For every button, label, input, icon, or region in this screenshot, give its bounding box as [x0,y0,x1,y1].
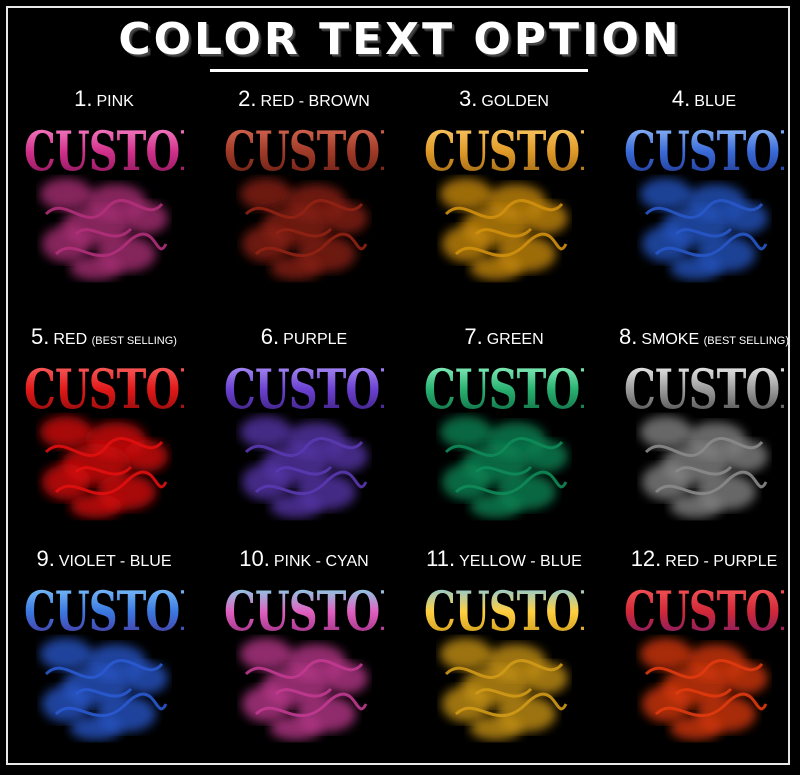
option-number: 1. [74,86,93,111]
smoke-cloud-image [40,416,168,518]
option-preview: CUSTOM [24,116,224,286]
option-number: 10. [239,546,270,571]
option-preview: CUSTOM [424,354,624,524]
option-preview: CUSTOM [24,576,224,746]
option-note: (BEST SELLING) [91,335,177,347]
custom-text-sample: CUSTOM [424,358,624,422]
custom-text-sample: CUSTOM [224,120,424,184]
color-option-7: 7. GREEN CUSTOM [404,324,624,544]
custom-text-sample: CUSTOM [24,358,224,422]
option-name: RED - BROWN [260,93,370,110]
option-number: 6. [260,324,280,349]
page-title: COLOR TEXT OPTION [118,14,682,65]
color-option-10: 10. PINK - CYAN CUSTOM [204,546,424,766]
color-option-5: 5. RED (BEST SELLING) CUSTOM [4,324,224,544]
option-number: 5. [31,324,50,349]
custom-text-sample: CUSTOM [224,358,424,422]
option-name: PURPLE [283,331,348,348]
option-label: 5. RED (BEST SELLING) [4,324,204,350]
smoke-cloud-image [440,416,568,518]
option-label: 2. RED - BROWN [204,86,404,112]
smoke-cloud-image [40,638,168,740]
option-preview: CUSTOM [24,354,224,524]
option-number: 2. [238,86,257,111]
option-preview: CUSTOM [624,116,800,286]
option-name: GREEN [486,331,544,348]
color-option-2: 2. RED - BROWN CUSTOM [204,86,424,306]
smoke-cloud-image [240,416,368,518]
option-label: 3. GOLDEN [404,86,604,112]
option-number: 3. [459,86,478,111]
option-name: RED - PURPLE [665,553,778,570]
color-option-8: 8.SMOKE (BEST SELLING) CUSTOM [604,324,800,544]
option-label: 6. PURPLE [204,324,404,350]
option-number: 11. [426,546,456,571]
option-label: 9. VIOLET - BLUE [4,546,204,572]
smoke-cloud-image [640,416,768,518]
option-name: PINK [96,93,134,110]
option-label: 8. SMOKE (BEST SELLING) [604,324,800,350]
option-preview: CUSTOM [224,576,424,746]
custom-text-sample: CUSTOM [624,358,800,421]
option-preview: CUSTOM [624,354,800,524]
option-name: YELLOW - BLUE [459,553,582,570]
option-preview: CUSTOM [224,116,424,286]
smoke-cloud-image [440,638,568,740]
color-option-1: 1. PINK CUSTOM [4,86,224,306]
option-name: SMOKE [641,331,700,348]
option-number: 12. [630,546,662,571]
option-number: 4. [671,86,691,111]
custom-text-sample: CUSTOM [224,580,424,644]
custom-text-sample: CUSTOM [424,580,624,644]
option-label: 7. GREEN [404,324,604,350]
option-name: RED [53,331,88,348]
custom-text-sample: CUSTOM [24,580,224,644]
color-option-3: 3. GOLDEN CUSTOM [404,86,624,306]
option-number: 8. [619,324,638,349]
custom-text-sample: CUSTOM [624,580,800,643]
option-label: 10. PINK - CYAN [204,546,404,572]
option-note: (BEST SELLING) [703,335,789,347]
color-option-4: 4.BLUE CUSTOM [604,86,800,306]
option-name: BLUE [694,93,737,110]
option-preview: CUSTOM [224,354,424,524]
custom-text-sample: CUSTOM [24,120,224,184]
option-preview: CUSTOM [624,576,800,746]
option-name: VIOLET - BLUE [58,553,172,570]
color-option-12: 12.RED - PURPLE CUSTOM [604,546,800,766]
option-name: PINK - CYAN [273,553,369,570]
option-number: 9. [36,546,55,571]
option-number: 7. [464,324,483,349]
option-name: GOLDEN [481,93,549,110]
option-label: 12. RED - PURPLE [604,546,800,572]
option-preview: CUSTOM [424,116,624,286]
smoke-cloud-image [640,638,768,740]
custom-text-sample: CUSTOM [424,120,624,184]
color-option-9: 9. VIOLET - BLUE CUSTOM [4,546,224,766]
smoke-cloud-image [240,178,368,280]
color-option-6: 6. PURPLE CUSTOM [204,324,424,544]
smoke-cloud-image [640,178,768,280]
custom-text-sample: CUSTOM [624,120,800,183]
color-option-11: 11. YELLOW - BLUE CUSTOM [404,546,624,766]
smoke-cloud-image [440,178,568,280]
option-label: 4. BLUE [604,86,800,112]
smoke-cloud-image [240,638,368,740]
title-underline [210,69,588,72]
option-label: 1. PINK [4,86,204,112]
option-label: 11. YELLOW - BLUE [404,546,604,572]
option-preview: CUSTOM [424,576,624,746]
smoke-cloud-image [40,178,168,280]
